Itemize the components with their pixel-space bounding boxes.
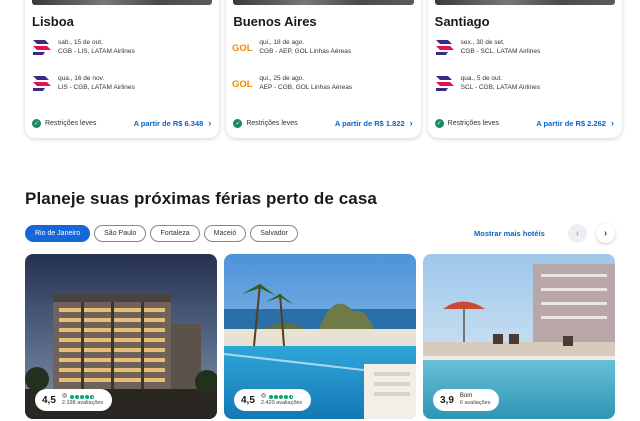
review-count: 6 avaliações	[459, 400, 491, 406]
rating-score: 4,5	[42, 394, 56, 406]
chip-fortaleza[interactable]: Fortaleza	[150, 225, 200, 242]
leg-route: CGB - AEP, GOL Linhas Aéreas	[259, 48, 352, 55]
latam-logo-icon	[435, 40, 454, 55]
gol-logo-icon: GOL	[232, 79, 253, 90]
flight-leg-outbound: sex., 30 de set. CGB - SCL, LATAM Airline…	[434, 38, 622, 62]
flight-card-buenos-aires[interactable]: Buenos Aires GOL qui., 18 de ago. CGB - A…	[226, 0, 421, 138]
leg-date: qui., 25 de ago.	[259, 75, 305, 82]
svg-text:GOL: GOL	[232, 79, 253, 90]
carousel-next-button[interactable]: ›	[596, 224, 615, 243]
city-filter-chips: Rio de Janeiro São Paulo Fortaleza Macei…	[25, 225, 298, 242]
destination-image	[233, 0, 414, 5]
restrictions-label: Restrições leves	[447, 119, 500, 127]
restrictions-label: Restrições leves	[246, 119, 298, 127]
destination-image	[434, 0, 615, 5]
flight-leg-return: GOL qui., 25 de ago. AEP - CGB, GOL Linha…	[232, 74, 420, 98]
check-icon: ✓	[32, 118, 41, 128]
hotel-cards-row: 4,5 ◎ 2.198 avaliações 4,5 ◎ 2.420 avali…	[25, 254, 615, 419]
leg-date: qui., 18 de ago.	[259, 39, 305, 46]
latam-logo-icon	[435, 76, 454, 91]
leg-route: SCL - CGB, LATAM Airlines	[460, 84, 540, 91]
leg-route: LIS - CGB, LATAM Airlines	[58, 84, 135, 91]
price-link[interactable]: A partir de R$ 2.262	[536, 119, 606, 128]
leg-route: AEP - CGB, GOL Linhas Aéreas	[259, 84, 353, 91]
flight-card-santiago[interactable]: Santiago sex., 30 de set. CGB - SCL, LATA…	[427, 0, 622, 138]
svg-text:GOL: GOL	[232, 43, 253, 54]
destination-image	[32, 0, 213, 5]
leg-date: qua., 16 de nov.	[58, 75, 105, 82]
flight-leg-return: qua., 5 de out. SCL - CGB, LATAM Airlines	[434, 74, 622, 98]
gol-logo-icon: GOL	[232, 43, 253, 54]
flight-deals-row: Lisboa sab., 15 de out. CGB - LIS, LATAM …	[25, 0, 622, 138]
leg-date: sex., 30 de set.	[460, 39, 505, 46]
flight-card-footer: ✓ Restrições leves A partir de R$ 1.822 …	[233, 118, 413, 128]
show-more-hotels-link[interactable]: Mostrar mais hotéis	[474, 229, 545, 238]
flight-card-footer: ✓ Restrições leves A partir de R$ 2.262 …	[434, 118, 614, 128]
chevron-right-icon: ›	[208, 118, 212, 128]
flight-leg-return: qua., 16 de nov. LIS - CGB, LATAM Airline…	[31, 74, 219, 98]
rating-badge: 3,9 Bom 6 avaliações	[433, 389, 500, 411]
chip-salvador[interactable]: Salvador	[250, 225, 298, 242]
price-link[interactable]: A partir de R$ 6.348	[134, 119, 204, 128]
restrictions-label: Restrições leves	[45, 119, 97, 127]
chip-sao-paulo[interactable]: São Paulo	[94, 225, 147, 242]
latam-logo-icon	[33, 40, 51, 55]
chevron-right-icon: ›	[409, 118, 413, 128]
chevron-left-icon: ‹	[575, 228, 580, 239]
leg-date: sab., 15 de out.	[58, 39, 103, 46]
chevron-right-icon: ›	[603, 228, 608, 239]
rating-badge: 4,5 ◎ 2.198 avaliações	[35, 389, 113, 411]
flight-leg-outbound: GOL qui., 18 de ago. CGB - AEP, GOL Linha…	[232, 38, 420, 62]
flight-leg-outbound: sab., 15 de out. CGB - LIS, LATAM Airline…	[31, 38, 219, 62]
hotel-card-3[interactable]: 3,9 Bom 6 avaliações	[423, 254, 615, 419]
hotel-card-2[interactable]: 4,5 ◎ 2.420 avaliações	[224, 254, 416, 419]
destination-city: Buenos Aires	[233, 14, 317, 29]
rating-score: 3,9	[440, 394, 454, 406]
latam-logo-icon	[33, 76, 51, 91]
destination-city: Lisboa	[32, 14, 74, 29]
review-count: 2.198 avaliações	[61, 400, 104, 406]
rating-score: 4,5	[241, 394, 255, 406]
flight-card-lisboa[interactable]: Lisboa sab., 15 de out. CGB - LIS, LATAM …	[25, 0, 220, 138]
tripadvisor-icon: ◎	[61, 393, 68, 399]
leg-route: CGB - LIS, LATAM Airlines	[58, 48, 135, 55]
leg-date: qua., 5 de out.	[460, 75, 503, 82]
check-icon: ✓	[434, 118, 444, 128]
section-title: Planeje suas próximas férias perto de ca…	[25, 189, 377, 208]
tripadvisor-bubbles: ◎	[261, 393, 302, 400]
chip-maceio[interactable]: Maceió	[203, 225, 247, 242]
chip-rio-de-janeiro[interactable]: Rio de Janeiro	[25, 225, 91, 242]
rating-badge: 4,5 ◎ 2.420 avaliações	[234, 389, 312, 411]
review-count: 2.420 avaliações	[260, 400, 303, 406]
chevron-right-icon: ›	[610, 118, 614, 128]
check-icon: ✓	[233, 118, 243, 128]
flight-card-footer: ✓ Restrições leves A partir de R$ 6.348 …	[32, 118, 211, 128]
hotel-card-1[interactable]: 4,5 ◎ 2.198 avaliações	[25, 254, 217, 419]
destination-city: Santiago	[434, 14, 490, 29]
price-link[interactable]: A partir de R$ 1.822	[335, 119, 405, 128]
rating-label: Bom	[459, 393, 473, 399]
tripadvisor-bubbles: ◎	[62, 393, 103, 400]
tripadvisor-icon: ◎	[260, 393, 267, 399]
carousel-prev-button[interactable]: ‹	[568, 224, 587, 243]
leg-route: CGB - SCL, LATAM Airlines	[460, 48, 541, 55]
